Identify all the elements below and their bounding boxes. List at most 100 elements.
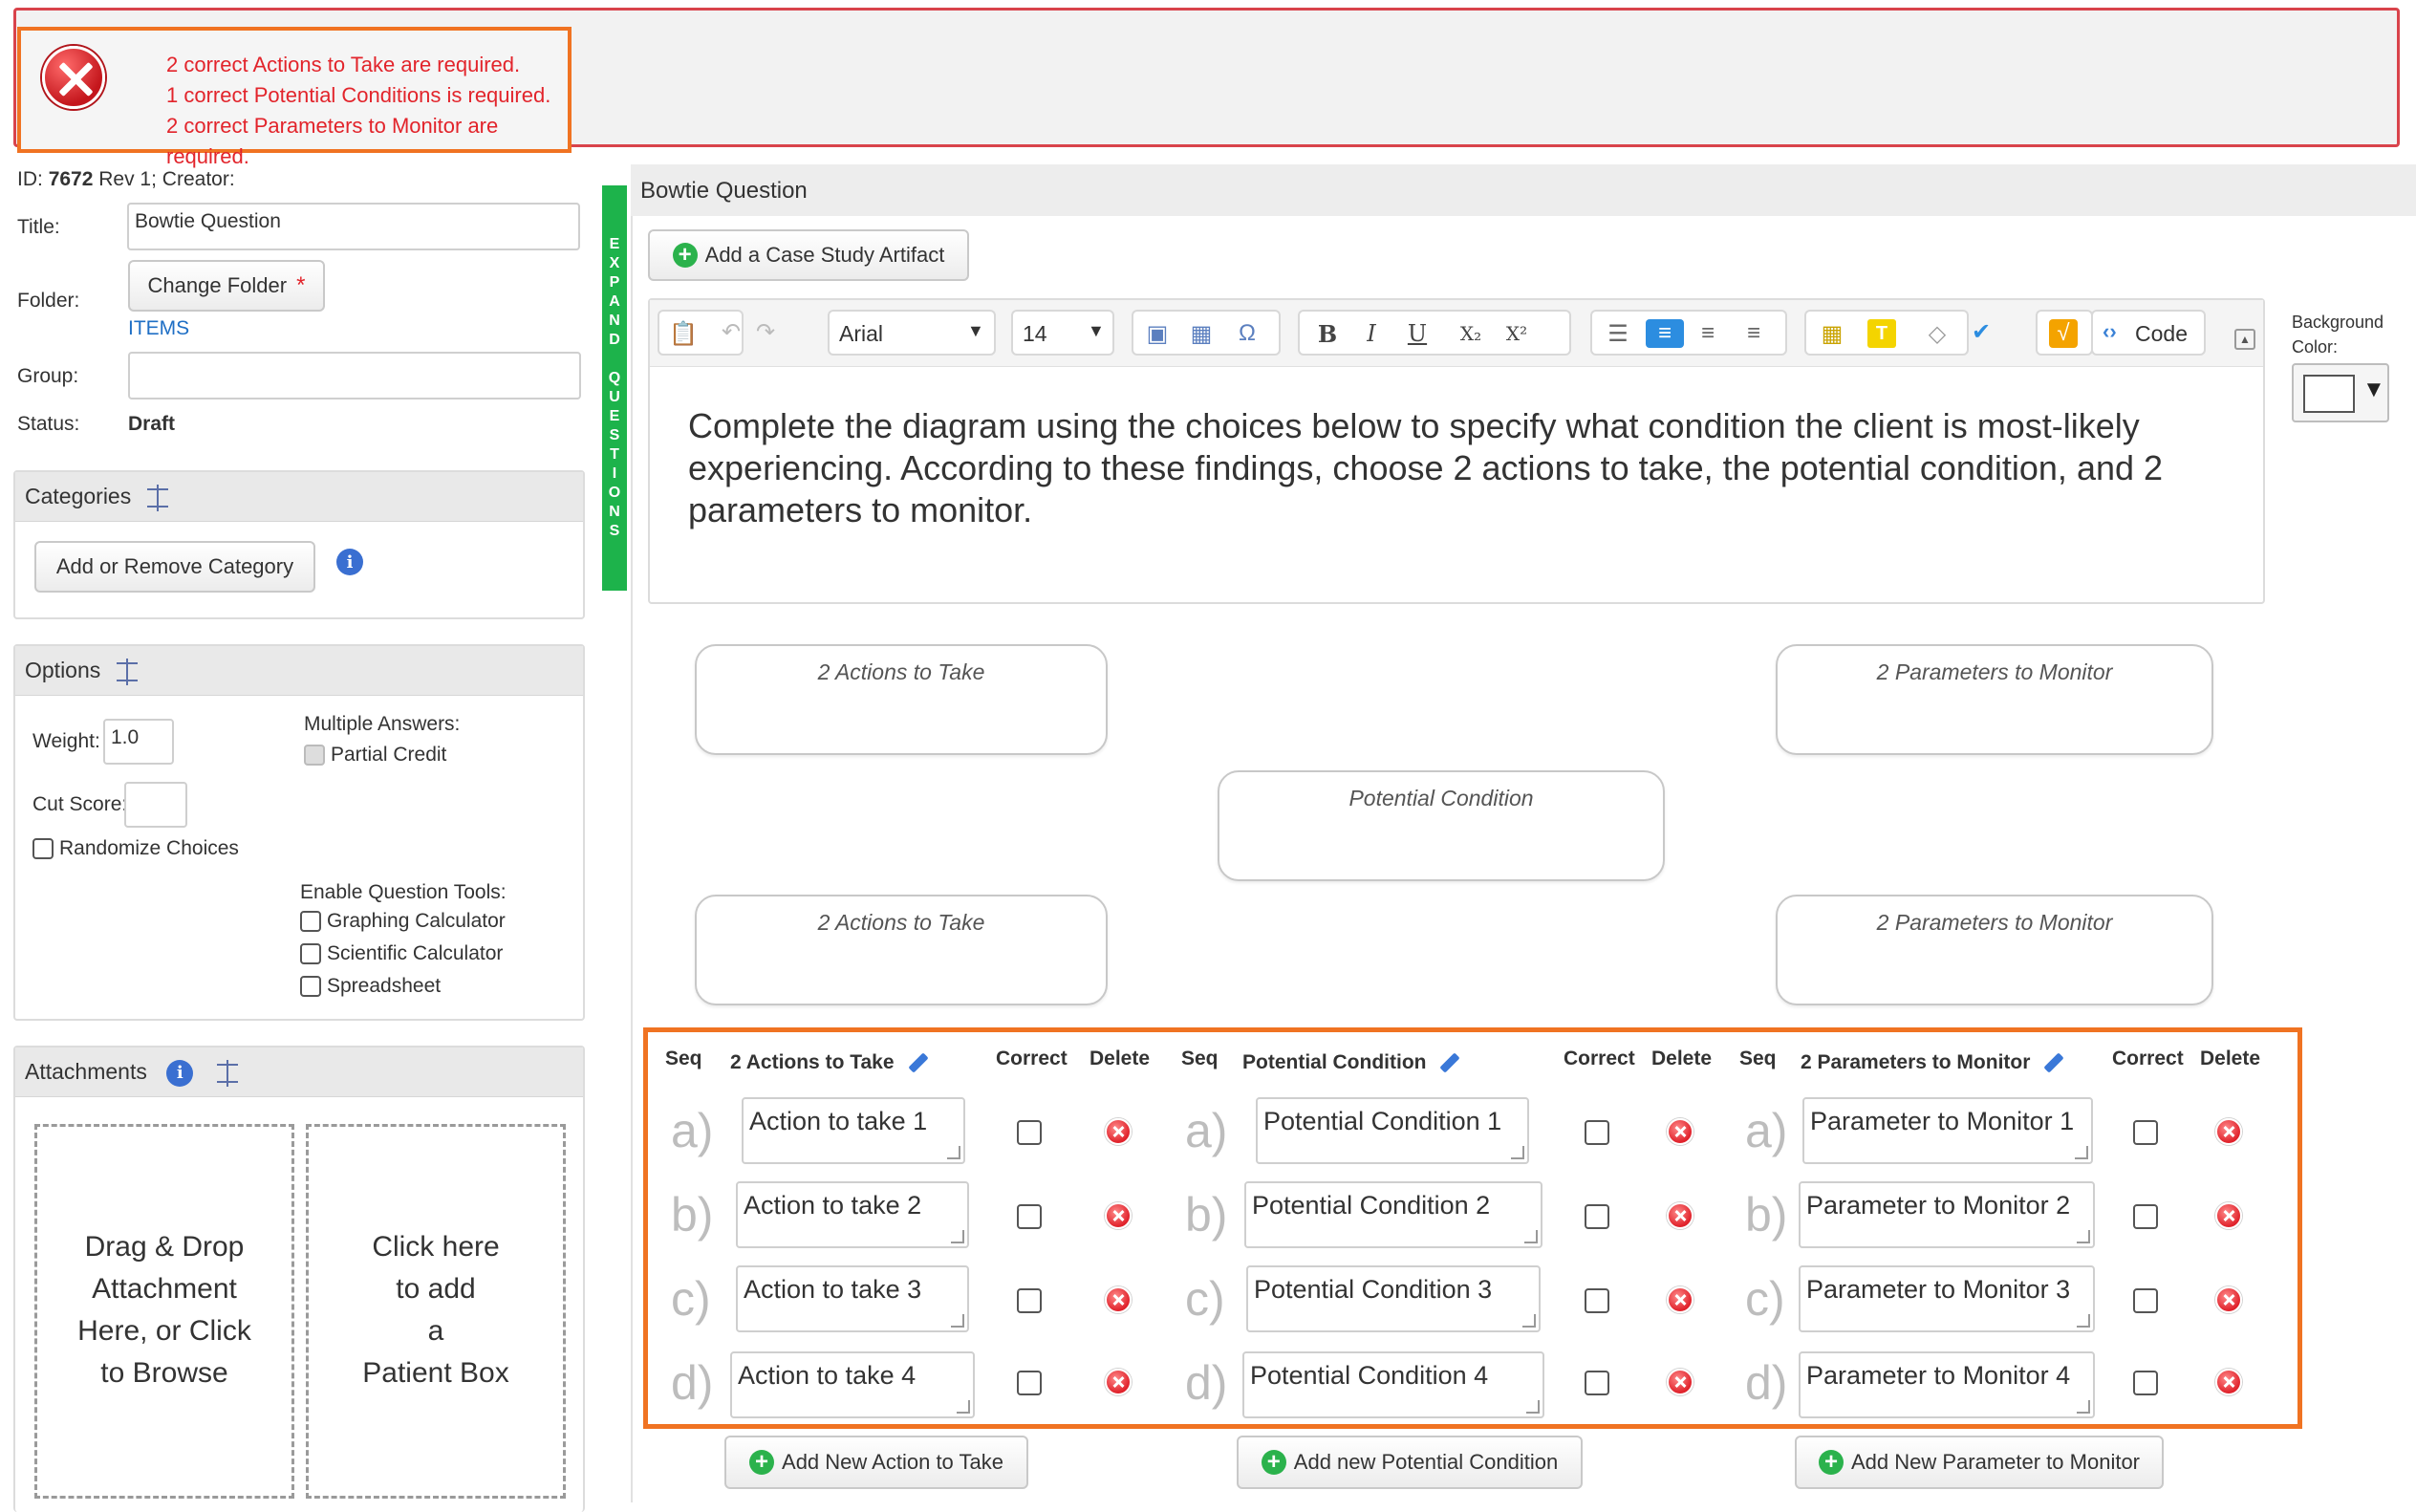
delete-icon[interactable] [1105,1118,1132,1145]
align-left-icon[interactable]: ≡ [1646,319,1684,348]
action-correct-checkbox[interactable] [1017,1120,1042,1145]
bold-icon[interactable]: B [1313,319,1342,348]
expand-questions-toggle[interactable]: E X P A N D Q U E S T I O N S [602,185,627,591]
image-icon[interactable]: ▣ [1143,319,1172,348]
parameter-correct-checkbox[interactable] [2133,1288,2158,1313]
spreadsheet-checkbox[interactable] [300,976,321,998]
cut-score-input[interactable] [124,782,187,828]
math-icon[interactable]: √ [2049,319,2078,348]
spreadsheet-option[interactable]: Spreadsheet [300,975,441,998]
action-input[interactable]: Action to take 1 [742,1097,965,1164]
parameter-input[interactable]: Parameter to Monitor 2 [1799,1181,2095,1248]
redo-icon[interactable]: ↷ [751,317,780,346]
title-input[interactable]: Bowtie Question [127,203,580,250]
question-prompt[interactable]: Complete the diagram using the choices b… [688,405,2246,531]
diagram-parameters-bottom[interactable]: 2 Parameters to Monitor [1776,895,2213,1005]
parameter-correct-checkbox[interactable] [2133,1120,2158,1145]
text-color-icon[interactable]: T [1867,319,1896,348]
attachments-header[interactable]: Attachments i [15,1048,583,1097]
partial-credit-option[interactable]: Partial Credit [304,744,446,767]
action-input[interactable]: Action to take 2 [736,1181,969,1248]
paste-icon[interactable]: 📋 [669,319,698,348]
delete-icon[interactable] [1667,1286,1693,1313]
delete-icon[interactable] [2215,1369,2242,1395]
diagram-potential-condition[interactable]: Potential Condition [1218,770,1665,881]
font-name-select[interactable]: Arial ▼ [828,310,996,356]
collapse-icon[interactable] [116,658,138,685]
change-folder-button[interactable]: Change Folder * [128,260,325,312]
toolbar-collapse-icon[interactable]: ▲ [2234,329,2255,350]
delete-icon[interactable] [2215,1202,2242,1229]
patient-box-zone[interactable]: Click here to add a Patient Box [306,1124,566,1499]
options-header[interactable]: Options [15,646,583,696]
group-input[interactable] [128,352,581,400]
parameter-correct-checkbox[interactable] [2133,1371,2158,1395]
align-center-icon[interactable]: ≡ [1693,319,1722,348]
action-correct-checkbox[interactable] [1017,1371,1042,1395]
parameter-input[interactable]: Parameter to Monitor 4 [1799,1351,2095,1418]
edit-pencil-icon[interactable] [1439,1052,1461,1074]
italic-icon[interactable]: I [1357,319,1386,348]
underline-icon[interactable]: U [1403,319,1432,348]
eraser-icon[interactable]: ◇ [1923,319,1952,348]
parameter-input[interactable]: Parameter to Monitor 3 [1799,1265,2095,1332]
condition-input[interactable]: Potential Condition 4 [1242,1351,1544,1418]
partial-credit-checkbox[interactable] [304,745,325,767]
action-correct-checkbox[interactable] [1017,1288,1042,1313]
delete-icon[interactable] [2215,1118,2242,1145]
grid-color-icon[interactable]: ▦ [1818,319,1846,348]
info-icon[interactable]: i [336,549,363,575]
delete-icon[interactable] [1105,1286,1132,1313]
superscript-icon[interactable]: X² [1502,319,1531,348]
code-button[interactable]: ‹› Code [2091,310,2206,356]
delete-icon[interactable] [1667,1118,1693,1145]
special-char-icon[interactable]: Ω [1233,319,1262,348]
condition-input[interactable]: Potential Condition 2 [1244,1181,1542,1248]
condition-correct-checkbox[interactable] [1585,1120,1609,1145]
info-icon[interactable]: i [166,1059,194,1087]
randomize-option[interactable]: Randomize Choices [32,837,239,860]
subscript-icon[interactable]: X₂ [1456,319,1485,348]
condition-correct-checkbox[interactable] [1585,1371,1609,1395]
parameter-input[interactable]: Parameter to Monitor 1 [1802,1097,2093,1164]
undo-icon[interactable]: ↶ [717,317,745,346]
add-case-study-artifact-button[interactable]: + Add a Case Study Artifact [648,229,969,281]
table-icon[interactable]: ▦ [1187,319,1216,348]
delete-icon[interactable] [1105,1202,1132,1229]
weight-input[interactable]: 1.0 [103,719,174,765]
bullet-list-icon[interactable]: ☰ [1604,319,1632,348]
align-right-icon[interactable]: ≡ [1739,319,1768,348]
diagram-actions-bottom[interactable]: 2 Actions to Take [695,895,1108,1005]
graphing-calculator-option[interactable]: Graphing Calculator [300,910,506,933]
scientific-calculator-checkbox[interactable] [300,943,321,965]
edit-pencil-icon[interactable] [2043,1052,2065,1074]
spellcheck-icon[interactable]: ✔ [1967,317,1995,346]
background-color-picker[interactable]: ▼ [2292,363,2389,422]
scientific-calculator-option[interactable]: Scientific Calculator [300,942,503,965]
drag-drop-attachment-zone[interactable]: Drag & Drop Attachment Here, or Click to… [34,1124,294,1499]
parameter-correct-checkbox[interactable] [2133,1204,2158,1229]
folder-link[interactable]: ITEMS [128,317,189,340]
condition-correct-checkbox[interactable] [1585,1288,1609,1313]
font-size-select[interactable]: 14 ▼ [1011,310,1114,356]
diagram-parameters-top[interactable]: 2 Parameters to Monitor [1776,644,2213,755]
condition-input[interactable]: Potential Condition 1 [1256,1097,1529,1164]
add-condition-button[interactable]: + Add new Potential Condition [1237,1436,1583,1489]
action-input[interactable]: Action to take 3 [736,1265,969,1332]
condition-correct-checkbox[interactable] [1585,1204,1609,1229]
categories-header[interactable]: Categories [15,472,583,522]
diagram-actions-top[interactable]: 2 Actions to Take [695,644,1108,755]
add-remove-category-button[interactable]: Add or Remove Category [34,541,315,593]
graphing-calculator-checkbox[interactable] [300,911,321,933]
delete-icon[interactable] [2215,1286,2242,1313]
add-parameter-button[interactable]: + Add New Parameter to Monitor [1795,1436,2164,1489]
delete-icon[interactable] [1667,1369,1693,1395]
delete-icon[interactable] [1667,1202,1693,1229]
edit-pencil-icon[interactable] [907,1052,929,1074]
randomize-checkbox[interactable] [32,838,54,860]
add-action-button[interactable]: + Add New Action to Take [724,1436,1028,1489]
action-input[interactable]: Action to take 4 [730,1351,975,1418]
delete-icon[interactable] [1105,1369,1132,1395]
condition-input[interactable]: Potential Condition 3 [1246,1265,1541,1332]
collapse-icon[interactable] [146,484,168,511]
